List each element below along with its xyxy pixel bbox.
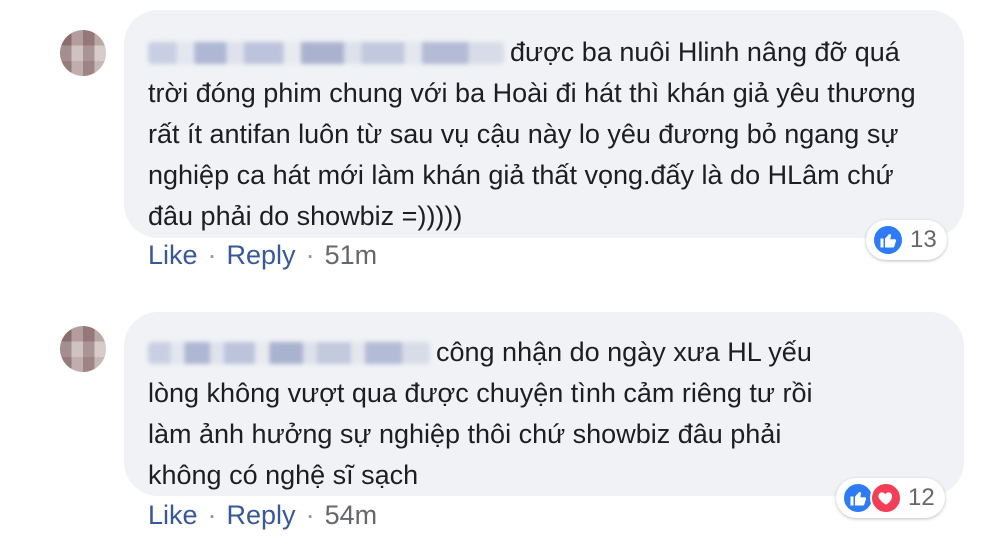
separator: · xyxy=(305,500,315,530)
reply-button[interactable]: Reply xyxy=(227,240,296,271)
avatar[interactable] xyxy=(60,326,106,372)
comment-body: được ba nuôi Hlinh nâng đỡ quá trời đóng… xyxy=(148,32,940,237)
comment-body: công nhận do ngày xưa HL yếu lòng không … xyxy=(148,332,940,496)
heart-icon xyxy=(870,482,902,514)
separator: · xyxy=(207,500,217,530)
timestamp[interactable]: 54m xyxy=(325,500,378,531)
reply-button[interactable]: Reply xyxy=(227,500,296,531)
avatar[interactable] xyxy=(60,30,106,76)
commenter-name[interactable] xyxy=(148,42,504,64)
comment-bubble: công nhận do ngày xưa HL yếu lòng không … xyxy=(124,312,964,496)
reactions-summary[interactable]: 13 xyxy=(866,220,947,260)
like-icon xyxy=(872,224,904,256)
comment-actions: Like · Reply · 54m xyxy=(148,500,377,531)
separator: · xyxy=(207,240,217,270)
comment-bubble: được ba nuôi Hlinh nâng đỡ quá trời đóng… xyxy=(124,10,964,238)
like-button[interactable]: Like xyxy=(148,500,198,531)
separator: · xyxy=(305,240,315,270)
timestamp[interactable]: 51m xyxy=(325,240,378,271)
reaction-count: 13 xyxy=(910,226,937,253)
reactions-summary[interactable]: 12 xyxy=(836,478,945,518)
reaction-count: 12 xyxy=(908,484,935,511)
commenter-name[interactable] xyxy=(148,342,430,364)
like-button[interactable]: Like xyxy=(148,240,198,271)
comment-text: được ba nuôi Hlinh nâng đỡ quá trời đóng… xyxy=(148,37,916,231)
comment-actions: Like · Reply · 51m xyxy=(148,240,377,271)
